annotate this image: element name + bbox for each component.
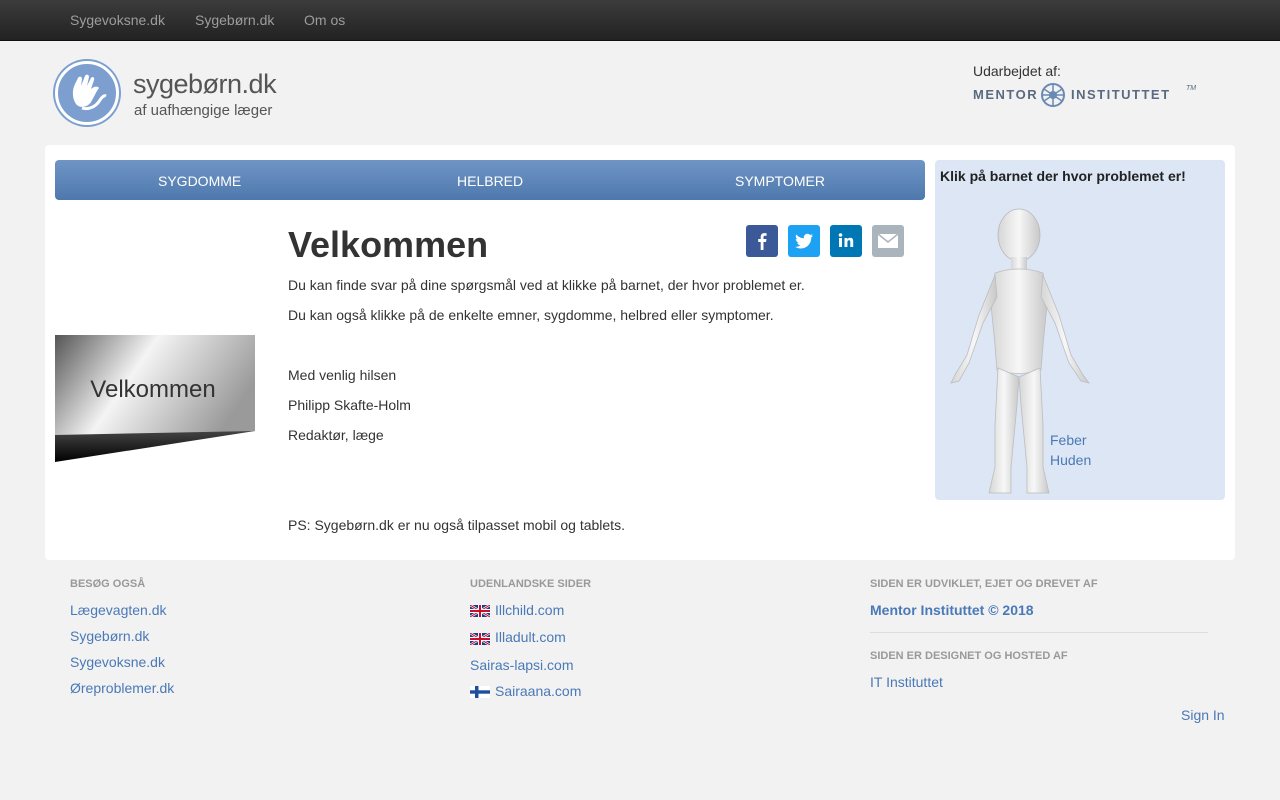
intro-text-2: Du kan også klikke på de enkelte emner, … [288,307,774,323]
footer-link-oreproblemer[interactable]: Øreproblemer.dk [70,680,174,696]
mentor-instituttet-logo[interactable]: MENTOR INSTITUTTET TM [973,81,1203,109]
udarbejdet-label: Udarbejdet af: [973,63,1061,79]
twitter-icon [795,233,813,249]
footer-link-sairas-lapsi[interactable]: Sairas-lapsi.com [470,657,573,673]
greeting-text: Med venlig hilsen [288,367,397,383]
mentor-trademark: TM [1186,85,1197,92]
twitter-share-button[interactable] [788,225,820,257]
footer-link-laegevagten[interactable]: Lægevagten.dk [70,602,167,618]
uk-flag-icon [470,605,490,617]
category-tabs: SYGDOMME HELBRED SYMPTOMER [55,160,925,200]
author-title: Redaktør, læge [288,427,384,443]
footer-link-sygeborn[interactable]: Sygebørn.dk [70,628,149,644]
finland-flag-icon [470,686,490,698]
footer-divider [870,632,1208,633]
welcome-banner-image: Velkommen [55,335,255,462]
email-icon [877,233,899,248]
footer-col3-title2: SIDEN ER DESIGNET OG HOSTED AF [870,650,1068,662]
footer-col3-title1: SIDEN ER UDVIKLET, EJET OG DREVET AF [870,578,1098,590]
tab-helbred[interactable]: HELBRED [457,173,523,189]
intro-text-1: Du kan finde svar på dine spørgsmål ved … [288,277,805,293]
footer-col1-title: BESØG OGSÅ [70,578,146,590]
tab-symptomer[interactable]: SYMPTOMER [735,173,825,189]
hand-logo-icon [55,61,119,125]
email-share-button[interactable] [872,225,904,257]
ps-text: PS: Sygebørn.dk er nu også tilpasset mob… [288,517,625,533]
tab-sygdomme[interactable]: SYGDOMME [158,173,241,189]
topnav-sygeborn[interactable]: Sygebørn.dk [195,12,274,28]
site-logo[interactable]: sygebørn.dk af uafhængige læger [55,61,315,127]
facebook-icon [758,233,767,250]
footer-col2-title: UDENLANDSKE SIDER [470,578,592,590]
body-selector-title: Klik på barnet der hvor problemet er! [940,168,1186,184]
sign-in-link[interactable]: Sign In [1181,707,1225,723]
footer-link-illchild[interactable]: Illchild.com [495,602,564,618]
footer-link-sygevoksne[interactable]: Sygevoksne.dk [70,654,165,670]
footer-link-illadult[interactable]: Illadult.com [495,629,566,645]
facebook-share-button[interactable] [746,225,778,257]
linkedin-share-button[interactable] [830,225,862,257]
logo-title: sygebørn.dk [133,69,277,99]
logo-subtitle: af uafhængige læger [134,102,273,119]
welcome-banner-text: Velkommen [90,376,215,403]
lion-emblem-icon [1041,83,1065,107]
body-link-huden[interactable]: Huden [1050,452,1091,468]
mentor-logo-right: INSTITUTTET [1071,87,1171,102]
mentor-logo-left: MENTOR [973,87,1039,102]
page-title: Velkommen [288,224,489,265]
linkedin-icon [838,233,854,247]
topnav-om-os[interactable]: Om os [304,12,345,28]
uk-flag-icon [470,633,490,645]
footer-link-it-instituttet[interactable]: IT Instituttet [870,674,943,690]
author-name: Philipp Skafte-Holm [288,397,411,413]
footer-link-sairaana[interactable]: Sairaana.com [495,683,581,699]
body-link-feber[interactable]: Feber [1050,432,1087,448]
top-navbar: Sygevoksne.dk Sygebørn.dk Om os [0,0,1280,41]
topnav-sygevoksne[interactable]: Sygevoksne.dk [70,12,165,28]
footer-link-mentor-instituttet[interactable]: Mentor Instituttet © 2018 [870,602,1034,618]
